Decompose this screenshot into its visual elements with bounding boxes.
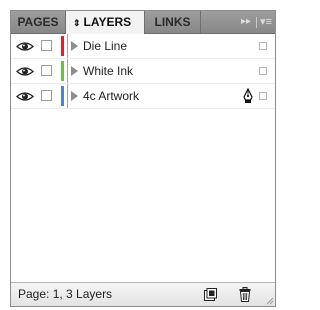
layer-name[interactable]: Die Line xyxy=(83,34,127,58)
lock-toggle[interactable] xyxy=(41,65,52,76)
row-divider xyxy=(67,84,68,108)
layer-row[interactable]: 4c Artwork xyxy=(11,84,275,109)
visibility-toggle[interactable] xyxy=(11,84,39,108)
row-divider xyxy=(67,59,68,83)
visibility-toggle[interactable] xyxy=(11,34,39,58)
layer-row[interactable]: Die Line xyxy=(11,34,275,59)
tab-pages[interactable]: PAGES xyxy=(11,11,66,33)
selection-indicator[interactable] xyxy=(259,42,267,50)
eye-icon xyxy=(16,66,34,76)
pen-icon xyxy=(243,88,253,103)
tab-pages-label: PAGES xyxy=(17,15,59,29)
trash-icon[interactable] xyxy=(239,287,251,302)
eye-icon xyxy=(16,41,34,51)
tab-bar-divider xyxy=(256,17,257,28)
expand-triangle-icon[interactable] xyxy=(71,66,78,76)
tab-reorder-icon: ⇕ xyxy=(73,18,81,28)
layer-list: Die Line White Ink 4c Artwork xyxy=(11,34,275,109)
layer-row[interactable]: White Ink xyxy=(11,59,275,84)
selection-indicator[interactable] xyxy=(259,92,267,100)
lock-toggle[interactable] xyxy=(41,90,52,101)
layer-name[interactable]: 4c Artwork xyxy=(83,84,139,108)
lock-toggle[interactable] xyxy=(41,40,52,51)
tab-links[interactable]: LINKS xyxy=(145,11,201,33)
status-text: Page: 1, 3 Layers xyxy=(18,287,113,301)
expand-triangle-icon[interactable] xyxy=(71,41,78,51)
row-divider xyxy=(67,34,68,58)
layer-color-swatch xyxy=(61,86,64,106)
expand-triangle-icon[interactable] xyxy=(71,91,78,101)
visibility-toggle[interactable] xyxy=(11,59,39,83)
selection-indicator[interactable] xyxy=(259,67,267,75)
tab-links-label: LINKS xyxy=(154,15,191,29)
resize-grip-icon[interactable] xyxy=(265,296,274,305)
layer-color-swatch xyxy=(61,61,64,81)
layer-name[interactable]: White Ink xyxy=(83,59,133,83)
new-layer-icon[interactable] xyxy=(204,288,217,301)
panel-footer: Page: 1, 3 Layers xyxy=(11,282,275,306)
layers-panel: PAGES ⇕ LAYERS LINKS ▸▸ ▾≡ Die Line Whit… xyxy=(10,10,276,307)
panel-tab-bar: PAGES ⇕ LAYERS LINKS ▸▸ ▾≡ xyxy=(11,11,275,34)
eye-icon xyxy=(16,91,34,101)
tab-layers[interactable]: ⇕ LAYERS xyxy=(66,11,145,34)
tab-layers-label: LAYERS xyxy=(83,15,132,29)
layer-color-swatch xyxy=(61,36,64,56)
expand-panel-button[interactable]: ▸▸ xyxy=(241,11,251,33)
panel-menu-button[interactable]: ▾≡ xyxy=(260,11,272,33)
